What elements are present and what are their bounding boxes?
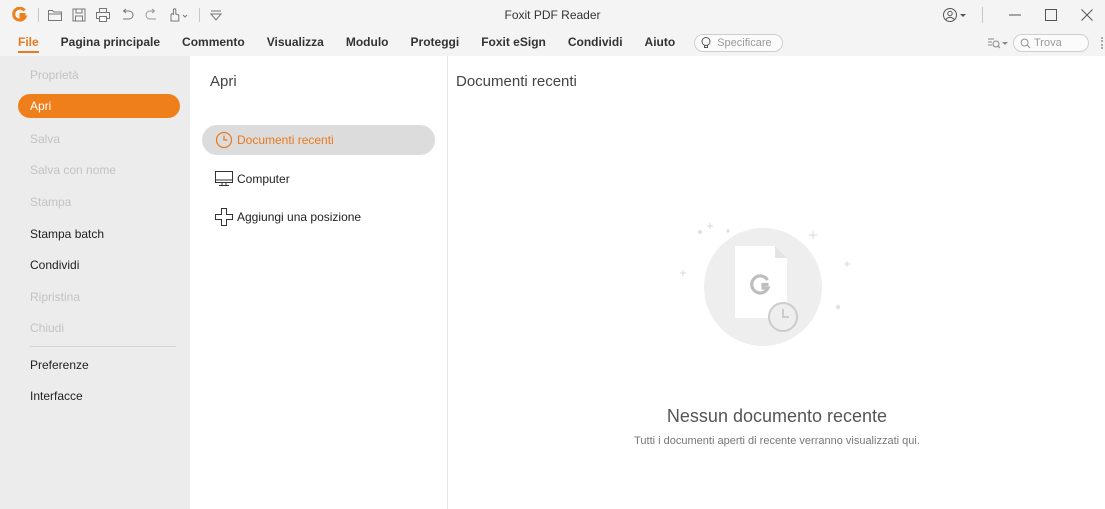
nav-salva-con-nome[interactable]: Salva con nome	[30, 163, 116, 177]
tell-me-input[interactable]: Specificare	[694, 34, 783, 52]
minimize-icon	[1009, 14, 1021, 16]
tab-pagina-principale[interactable]: Pagina principale	[50, 30, 171, 56]
hand-tool-icon[interactable]	[165, 5, 191, 25]
customize-dropdown-icon[interactable]	[206, 5, 226, 25]
toolbar-separator	[38, 8, 39, 22]
nav-proprieta[interactable]: Proprietà	[30, 68, 79, 82]
tab-aiuto[interactable]: Aiuto	[634, 30, 687, 56]
window-separator	[982, 7, 983, 23]
nav-interfacce[interactable]: Interfacce	[30, 389, 83, 403]
chevron-down-icon	[1002, 42, 1008, 45]
nav-condividi[interactable]: Condividi	[30, 258, 79, 272]
open-panel-title: Apri	[210, 73, 237, 90]
option-computer[interactable]: Computer	[202, 164, 435, 194]
tab-proteggi[interactable]: Proteggi	[400, 30, 471, 56]
nav-stampa-batch[interactable]: Stampa batch	[30, 227, 104, 241]
title-bar: Foxit PDF Reader	[0, 0, 1105, 30]
tab-condividi[interactable]: Condividi	[557, 30, 634, 56]
toolbar-separator	[199, 8, 200, 22]
find-placeholder: Trova	[1034, 37, 1062, 49]
empty-recent-illustration	[680, 223, 850, 346]
advanced-search-icon	[988, 38, 1001, 49]
option-label: Aggiungi una posizione	[237, 210, 362, 224]
window-controls	[942, 0, 1105, 30]
ribbon-tabs: File Pagina principale Commento Visualiz…	[0, 30, 1105, 56]
lightbulb-icon	[701, 37, 711, 48]
tab-modulo[interactable]: Modulo	[335, 30, 400, 56]
chevron-down-icon	[960, 14, 966, 17]
close-icon	[1081, 9, 1093, 21]
tab-file[interactable]: File	[0, 30, 50, 56]
nav-salva[interactable]: Salva	[30, 132, 60, 146]
account-icon	[943, 8, 957, 22]
add-location-icon	[214, 207, 234, 227]
backstage-nav: Proprietà Apri Salva Salva con nome Stam…	[0, 56, 190, 509]
search-icon	[1020, 38, 1031, 48]
recent-documents-panel: Documenti recenti Nessun documento recen…	[449, 56, 1105, 509]
nav-preferenze[interactable]: Preferenze	[30, 358, 89, 372]
nav-divider	[30, 346, 176, 347]
nav-stampa[interactable]: Stampa	[30, 195, 71, 209]
close-button[interactable]	[1069, 0, 1105, 30]
option-documenti-recenti[interactable]: Documenti recenti	[202, 125, 435, 155]
clock-icon	[214, 130, 234, 150]
maximize-button[interactable]	[1033, 0, 1069, 30]
empty-state-subtitle: Tutti i documenti aperti di recente verr…	[634, 435, 920, 447]
find-input[interactable]: Trova	[1013, 34, 1089, 52]
option-aggiungi-posizione[interactable]: Aggiungi una posizione	[202, 202, 435, 232]
option-label: Documenti recenti	[237, 133, 334, 147]
print-icon[interactable]	[93, 5, 113, 25]
advanced-search-button[interactable]	[987, 36, 1009, 50]
nav-chiudi[interactable]: Chiudi	[30, 321, 64, 335]
tab-foxit-esign[interactable]: Foxit eSign	[470, 30, 557, 56]
nav-ripristina[interactable]: Ripristina	[30, 290, 80, 304]
foxit-logo[interactable]	[10, 5, 30, 25]
open-panel: Apri Documenti recenti Computer Aggiungi…	[190, 56, 448, 509]
redo-icon[interactable]	[141, 5, 161, 25]
option-label: Computer	[237, 172, 290, 186]
open-folder-icon[interactable]	[45, 5, 65, 25]
nav-apri[interactable]: Apri	[18, 94, 180, 118]
tab-commento[interactable]: Commento	[171, 30, 256, 56]
tab-visualizza[interactable]: Visualizza	[256, 30, 335, 56]
minimize-button[interactable]	[997, 0, 1033, 30]
ribbon-overflow-icon[interactable]	[1101, 37, 1103, 49]
recent-documents-title: Documenti recenti	[456, 73, 577, 90]
maximize-icon	[1045, 9, 1057, 21]
account-menu[interactable]	[942, 7, 968, 23]
tell-me-placeholder: Specificare	[717, 37, 772, 49]
quick-access-toolbar	[0, 0, 230, 30]
empty-state-title: Nessun documento recente	[666, 406, 888, 426]
computer-icon	[214, 169, 234, 189]
save-icon[interactable]	[69, 5, 89, 25]
undo-icon[interactable]	[117, 5, 137, 25]
find-area: Trova	[987, 30, 1105, 56]
